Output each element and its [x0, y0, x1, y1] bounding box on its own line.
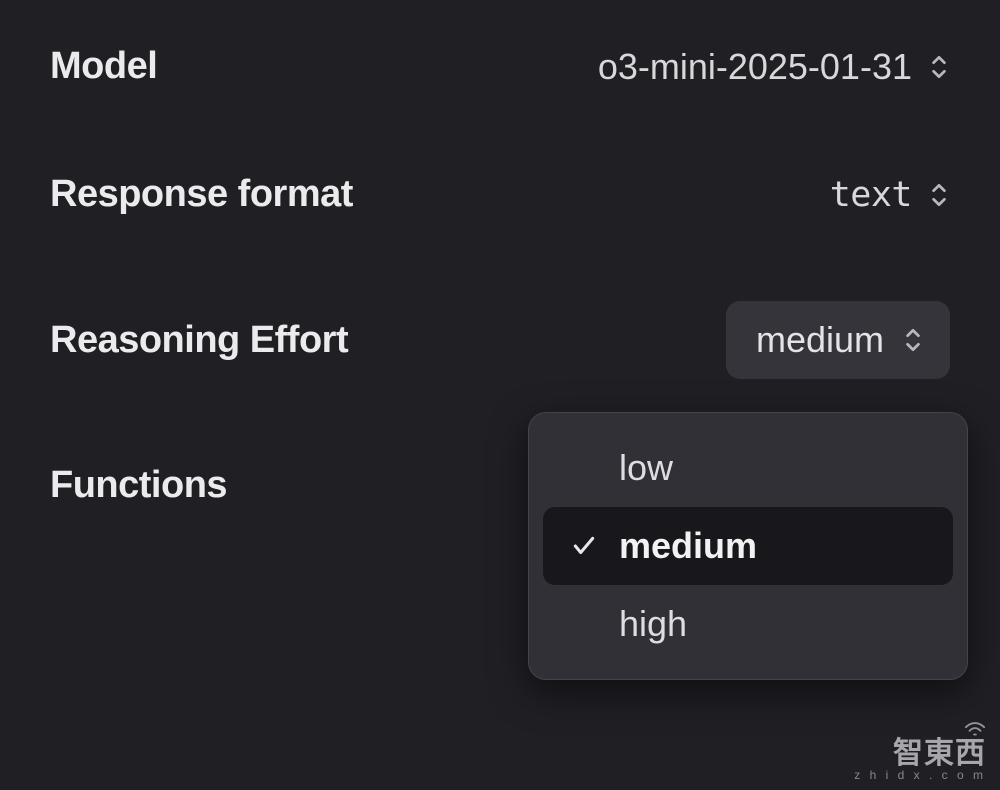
- chevron-up-down-icon: [902, 326, 924, 354]
- reasoning-effort-label: Reasoning Effort: [50, 319, 348, 362]
- watermark-sub: z h i d x . c o m: [854, 769, 986, 782]
- option-label: high: [619, 603, 687, 645]
- model-value: o3-mini-2025-01-31: [598, 46, 912, 88]
- reasoning-effort-option-low[interactable]: low: [543, 429, 953, 507]
- reasoning-effort-dropdown: low medium high: [528, 412, 968, 680]
- response-format-value: text: [830, 175, 912, 215]
- reasoning-effort-value: medium: [756, 319, 884, 361]
- watermark: 智東西 z h i d x . c o m: [854, 721, 986, 782]
- model-label: Model: [50, 45, 157, 88]
- option-label: low: [619, 447, 673, 489]
- watermark-main: 智東西: [854, 738, 986, 770]
- model-row: Model o3-mini-2025-01-31: [50, 45, 950, 88]
- reasoning-effort-option-medium[interactable]: medium: [543, 507, 953, 585]
- chevron-up-down-icon: [928, 181, 950, 209]
- chevron-up-down-icon: [928, 53, 950, 81]
- model-selector[interactable]: o3-mini-2025-01-31: [598, 46, 950, 88]
- check-icon: [569, 533, 599, 559]
- reasoning-effort-selector[interactable]: medium: [726, 301, 950, 379]
- response-format-selector[interactable]: text: [830, 175, 950, 215]
- functions-label: Functions: [50, 464, 227, 507]
- response-format-row: Response format text: [50, 173, 950, 216]
- option-label: medium: [619, 525, 757, 567]
- response-format-label: Response format: [50, 173, 353, 216]
- wifi-icon: [854, 721, 986, 742]
- reasoning-effort-row: Reasoning Effort medium: [50, 301, 950, 379]
- reasoning-effort-option-high[interactable]: high: [543, 585, 953, 663]
